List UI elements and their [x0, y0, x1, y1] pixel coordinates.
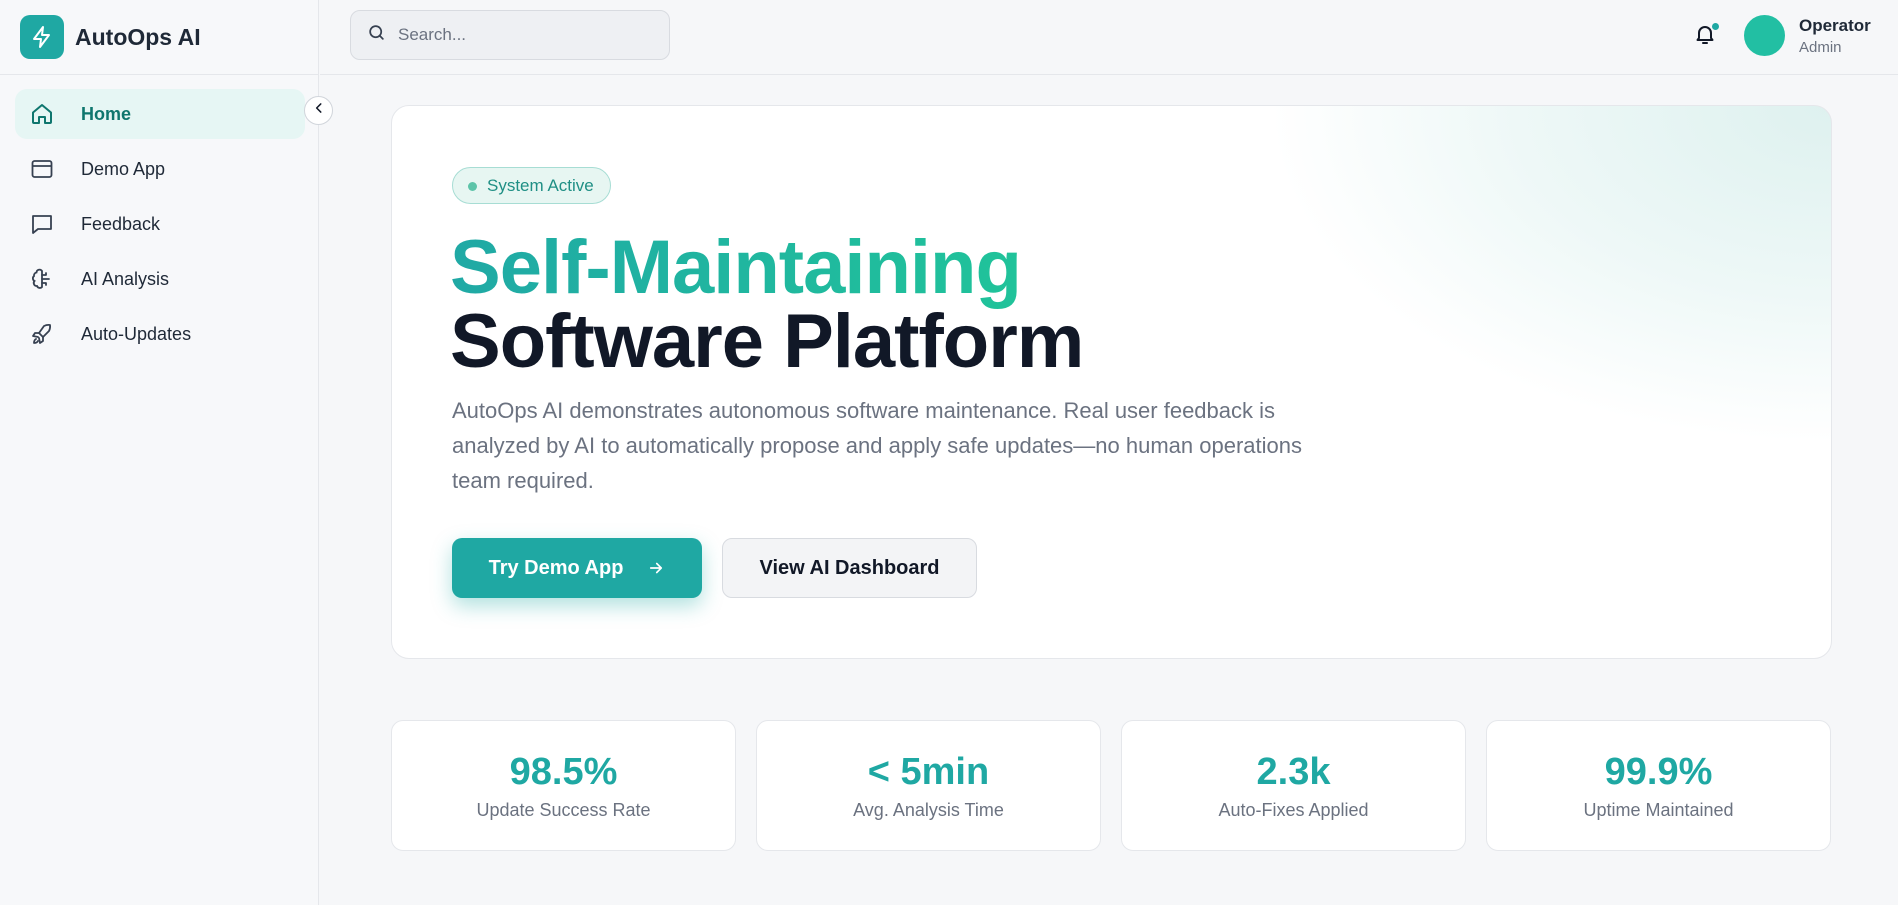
stat-card-uptime: 99.9% Uptime Maintained [1486, 720, 1831, 851]
sidebar-item-demo-app[interactable]: Demo App [15, 144, 305, 194]
stat-value: 2.3k [1256, 751, 1331, 793]
browser-window-icon [29, 156, 55, 182]
status-badge-label: System Active [487, 175, 594, 195]
stat-value: 98.5% [509, 751, 618, 793]
hero-description: AutoOps AI demonstrates autonomous softw… [452, 398, 1302, 493]
brain-icon [29, 266, 55, 292]
brand[interactable]: AutoOps AI [0, 0, 318, 75]
sidebar-item-auto-updates[interactable]: Auto-Updates [15, 309, 305, 359]
lightning-icon [20, 15, 64, 59]
try-demo-app-button[interactable]: Try Demo App [452, 538, 702, 598]
rocket-icon [29, 321, 55, 347]
sidebar-item-ai-analysis[interactable]: AI Analysis [15, 254, 305, 304]
chevron-left-icon [312, 101, 326, 120]
home-icon [29, 101, 55, 127]
brand-name: AutoOps AI [75, 23, 201, 50]
sidebar-item-label: Demo App [81, 158, 166, 179]
notification-dot [1711, 22, 1720, 31]
view-ai-dashboard-button[interactable]: View AI Dashboard [722, 538, 977, 598]
stat-label: Avg. Analysis Time [853, 800, 1004, 820]
stat-label: Auto-Fixes Applied [1218, 800, 1369, 820]
status-badge: System Active [452, 167, 611, 204]
user-role: Admin [1799, 39, 1842, 56]
search-input[interactable] [398, 25, 658, 45]
search-icon [367, 23, 386, 47]
sidebar-item-label: Auto-Updates [81, 323, 192, 344]
stat-card-auto-fixes: 2.3k Auto-Fixes Applied [1121, 720, 1466, 851]
status-dot [468, 182, 477, 191]
stat-card-update-success: 98.5% Update Success Rate [391, 720, 736, 851]
top-bar: Operator Admin [320, 0, 1898, 75]
notifications-button[interactable] [1693, 22, 1721, 50]
sidebar-nav: Home Demo App Feedback AI Analysis Auto-… [15, 89, 305, 364]
stat-value: < 5min [867, 751, 990, 793]
stat-label: Uptime Maintained [1583, 800, 1734, 820]
stat-label: Update Success Rate [476, 800, 651, 820]
hero-card: System Active Self-Maintaining Software … [391, 105, 1832, 659]
stat-value: 99.9% [1604, 751, 1713, 793]
view-ai-dashboard-label: View AI Dashboard [759, 556, 940, 579]
sidebar-item-label: Feedback [81, 213, 161, 234]
stat-card-analysis-time: < 5min Avg. Analysis Time [756, 720, 1101, 851]
hero-title-line2: Software Platform [450, 299, 1084, 384]
sidebar-collapse-button[interactable] [304, 96, 333, 125]
hero-title-line1: Self-Maintaining [450, 225, 1022, 310]
message-square-icon [29, 211, 55, 237]
user-name: Operator [1799, 16, 1871, 35]
sidebar-item-feedback[interactable]: Feedback [15, 199, 305, 249]
search-box[interactable] [350, 10, 670, 60]
try-demo-app-label: Try Demo App [488, 556, 624, 579]
bell-icon [1693, 26, 1717, 50]
sidebar-item-label: Home [81, 103, 132, 124]
sidebar-item-home[interactable]: Home [15, 89, 305, 139]
sidebar: AutoOps AI Home Demo App Feedback AI Ana… [0, 0, 319, 905]
avatar[interactable] [1744, 15, 1785, 56]
sidebar-item-label: AI Analysis [81, 268, 170, 289]
arrow-right-icon [647, 559, 665, 577]
